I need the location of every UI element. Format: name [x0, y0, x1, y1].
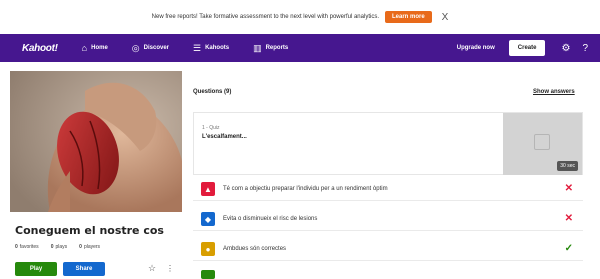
- kahoot-logo[interactable]: Kahoot!: [22, 43, 58, 54]
- answer-text: Ambdues són correctes: [223, 246, 287, 252]
- question-thumbnail: 30 sec: [503, 113, 582, 175]
- incorrect-icon: ✕: [564, 213, 573, 224]
- nav-item-reports[interactable]: ▥ Reports: [253, 43, 288, 54]
- question-type: 1 - Quiz: [202, 125, 220, 131]
- incorrect-icon: ✕: [564, 183, 573, 194]
- nav-item-label: Kahoots: [205, 45, 230, 51]
- kahoot-title: Coneguem el nostre cos: [15, 224, 164, 237]
- answer-row: ◆ Evita o disminueix el risc de lesions …: [193, 208, 583, 231]
- nav-item-discover[interactable]: ◎ Discover: [132, 43, 169, 54]
- diamond-icon: ◆: [201, 212, 215, 226]
- cover-illustration: [10, 71, 182, 212]
- nav-item-label: Home: [91, 45, 108, 51]
- kahoot-stats: 0 favorites 0 plays 0 players: [15, 244, 100, 250]
- players-count: 0: [79, 244, 82, 250]
- answer-row-partial: [193, 266, 583, 279]
- circle-icon: ●: [201, 242, 215, 256]
- plays-label: plays: [55, 244, 68, 250]
- triangle-icon: ▲: [201, 182, 215, 196]
- bar-chart-icon: ▥: [253, 42, 262, 53]
- promo-banner: New free reports! Take formative assessm…: [0, 0, 600, 34]
- nav-item-kahoots[interactable]: ☰ Kahoots: [193, 43, 229, 54]
- top-navbar: Kahoot! ⌂ Home ◎ Discover ☰ Kahoots ▥ Re…: [0, 34, 600, 62]
- show-answers-button[interactable]: Show answers: [533, 89, 575, 95]
- time-limit-badge: 30 sec: [557, 161, 578, 171]
- answer-row: ▲ Té com a objectiu preparar l'individu …: [193, 178, 583, 201]
- learn-more-button[interactable]: Learn more: [384, 11, 432, 23]
- correct-icon: ✓: [564, 243, 573, 254]
- help-icon[interactable]: ?: [582, 43, 588, 54]
- home-icon: ⌂: [81, 43, 88, 53]
- list-icon: ☰: [193, 42, 202, 53]
- create-button[interactable]: Create: [508, 40, 546, 56]
- plays-stat: 0 plays: [51, 244, 67, 250]
- kahoot-cover-image: [10, 71, 182, 212]
- answer-row: ● Ambdues són correctes ✓: [193, 238, 583, 261]
- nav-item-label: Discover: [143, 45, 169, 51]
- upgrade-now-link[interactable]: Upgrade now: [457, 45, 495, 51]
- favorites-count: 0: [15, 244, 18, 250]
- play-button[interactable]: Play: [15, 262, 57, 276]
- players-stat: 0 players: [79, 244, 100, 250]
- close-icon[interactable]: X: [442, 12, 449, 23]
- compass-icon: ◎: [131, 42, 140, 53]
- image-placeholder-icon: [534, 134, 550, 150]
- banner-text: New free reports! Take formative assessm…: [151, 14, 379, 20]
- question-text: L'escalfament...: [202, 134, 247, 140]
- plays-count: 0: [50, 244, 54, 250]
- star-icon[interactable]: ☆: [148, 263, 156, 274]
- more-options-icon[interactable]: ⋮: [166, 264, 174, 273]
- gear-icon[interactable]: ⚙: [561, 43, 570, 54]
- answer-text: Té com a objectiu preparar l'individu pe…: [223, 186, 388, 192]
- nav-item-home[interactable]: ⌂ Home: [82, 43, 108, 53]
- favorites-label: favorites: [19, 244, 39, 250]
- question-card[interactable]: 1 - Quiz L'escalfament... 30 sec: [193, 112, 583, 175]
- players-label: players: [83, 244, 101, 250]
- questions-header: Questions (9): [193, 89, 232, 95]
- answer-text: Evita o disminueix el risc de lesions: [223, 216, 318, 222]
- favorites-stat: 0 favorites: [15, 244, 39, 250]
- nav-item-label: Reports: [265, 45, 289, 51]
- share-button[interactable]: Share: [63, 262, 105, 276]
